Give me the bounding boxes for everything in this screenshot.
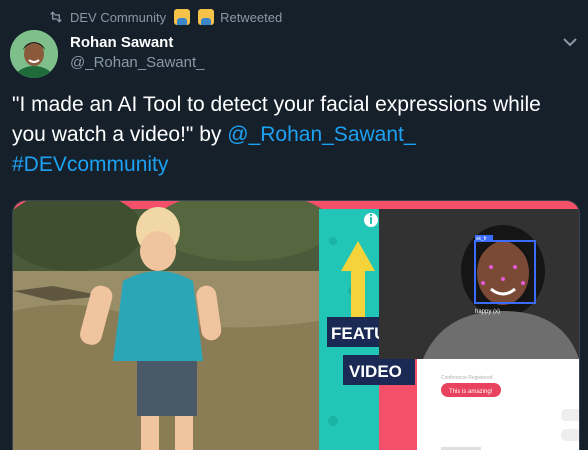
retweet-icon (50, 11, 62, 23)
retweeted-label: Retweeted (220, 9, 283, 25)
avatar[interactable] (10, 30, 58, 78)
hashtag-link[interactable]: #DEVcommunity (12, 153, 168, 176)
tweet-card[interactable]: DEV Community Retweeted Rohan Sawant @_R… (0, 0, 588, 450)
video-label: VIDEO (349, 362, 402, 381)
child-photo (13, 201, 333, 450)
retweet-community-name[interactable]: DEV Community (70, 10, 166, 25)
mention-link[interactable]: @_Rohan_Sawant_ (227, 123, 415, 146)
author-handle[interactable]: @_Rohan_Sawant_ (70, 54, 205, 71)
tweet-text: "I made an AI Tool to detect your facial… (12, 90, 572, 180)
dev-emoji-icon (174, 9, 191, 25)
chat-header: Conference Registered (441, 375, 493, 381)
featured-label: FEATU (331, 324, 386, 343)
webcam-panel: sk_fr happy (x) (379, 209, 579, 359)
detection-box-label: sk_fr (476, 236, 487, 242)
chevron-down-icon[interactable] (560, 32, 580, 52)
media-preview[interactable]: FEATU VIDEO sk_fr happy (x) Conference R… (12, 200, 580, 450)
chat-panel: Conference Registered This is amazing! (417, 359, 579, 450)
expression-label: happy (x) (475, 309, 500, 315)
retweet-context: DEV Community Retweeted (48, 6, 282, 28)
dev-emoji-icon (198, 9, 215, 25)
author-name[interactable]: Rohan Sawant (70, 34, 173, 51)
chat-bubble: This is amazing! (449, 389, 493, 395)
